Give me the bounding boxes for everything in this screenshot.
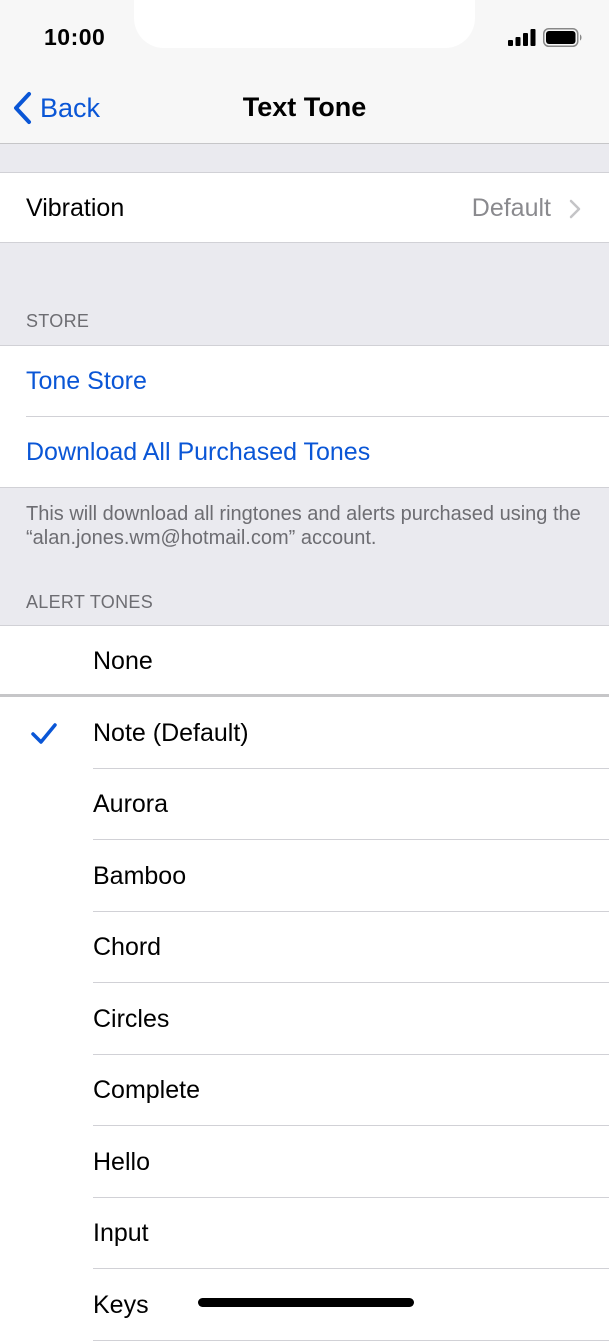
- alert-tone-row[interactable]: Input: [0, 1198, 609, 1269]
- chevron-right-icon: [569, 199, 581, 219]
- cellular-signal-icon: [508, 29, 536, 46]
- alert-tone-label: Bamboo: [93, 861, 187, 890]
- vibration-row[interactable]: Vibration Default: [0, 173, 609, 242]
- store-section-header: STORE: [26, 311, 90, 331]
- alert-tone-label: Note (Default): [93, 718, 249, 747]
- alert-tone-row[interactable]: Aurora: [0, 769, 609, 840]
- alert-tone-label: Input: [93, 1219, 149, 1247]
- home-indicator: [198, 1298, 414, 1307]
- alert-tone-row[interactable]: None: [0, 626, 609, 697]
- alert-tone-label: Keys: [93, 1290, 149, 1319]
- alert-tone-label: Complete: [93, 1076, 200, 1104]
- notch: [134, 0, 475, 48]
- vibration-label: Vibration: [26, 194, 125, 222]
- alert-tone-label: None: [93, 647, 153, 675]
- page-title: Text Tone: [242, 92, 367, 122]
- vibration-value: Default: [471, 194, 551, 222]
- alert-tone-label: Aurora: [93, 790, 169, 818]
- download-all-row[interactable]: Download All Purchased Tones: [0, 417, 609, 487]
- alert-tone-label: Circles: [93, 1004, 170, 1033]
- alert-tone-row[interactable]: Chord: [0, 912, 609, 983]
- tone-store-link[interactable]: Tone Store: [26, 366, 147, 396]
- alert-tone-row[interactable]: Bamboo: [0, 840, 609, 912]
- status-time: 10:00: [44, 24, 106, 50]
- store-section-header-area: STORE: [0, 243, 609, 345]
- alert-tones-section-header: ALERT TONES: [26, 592, 154, 612]
- checkmark-icon: [31, 722, 57, 744]
- alert-tone-row[interactable]: Complete: [0, 1055, 609, 1126]
- section-spacer: [0, 144, 609, 172]
- alert-tone-row[interactable]: Circles: [0, 983, 609, 1055]
- alert-tone-row[interactable]: Hello: [0, 1126, 609, 1198]
- battery-icon: [543, 28, 582, 47]
- store-footer-text: This will download all ringtones and ale…: [26, 503, 581, 549]
- navigation-bar: Back Text Tone: [0, 72, 609, 144]
- status-bar: 10:00: [0, 0, 609, 72]
- alert-tone-label: Chord: [93, 933, 162, 961]
- alert-tone-row[interactable]: Note (Default): [0, 697, 609, 769]
- alert-tone-label: Hello: [93, 1147, 150, 1176]
- divider: [93, 1339, 609, 1341]
- tone-store-row[interactable]: Tone Store: [0, 346, 609, 416]
- store-footer-area: This will download all ringtones and ale…: [0, 488, 609, 625]
- download-all-purchased-tones-link[interactable]: Download All Purchased Tones: [26, 437, 370, 467]
